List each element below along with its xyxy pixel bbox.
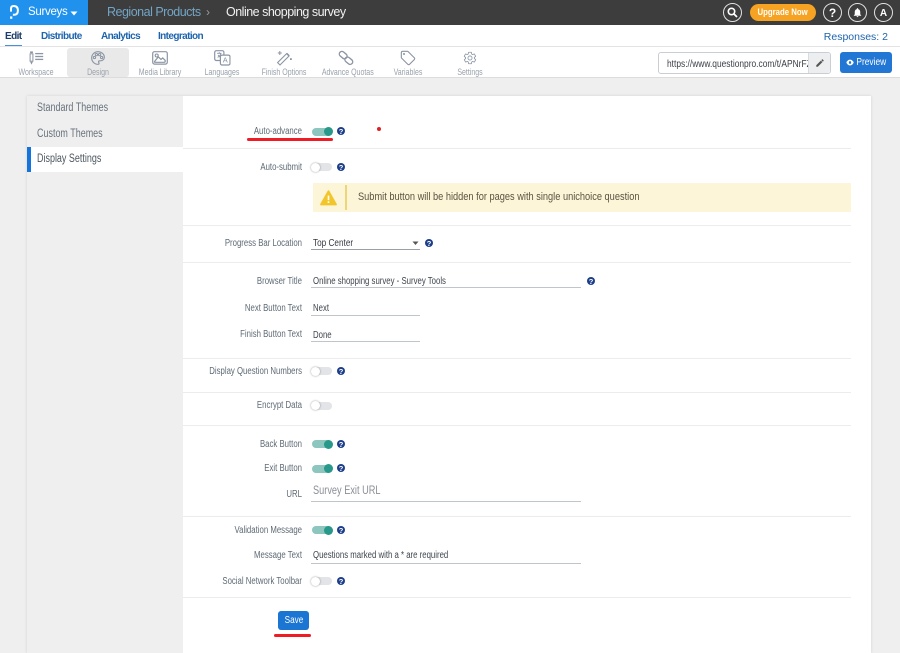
svg-text:A: A	[223, 56, 228, 65]
